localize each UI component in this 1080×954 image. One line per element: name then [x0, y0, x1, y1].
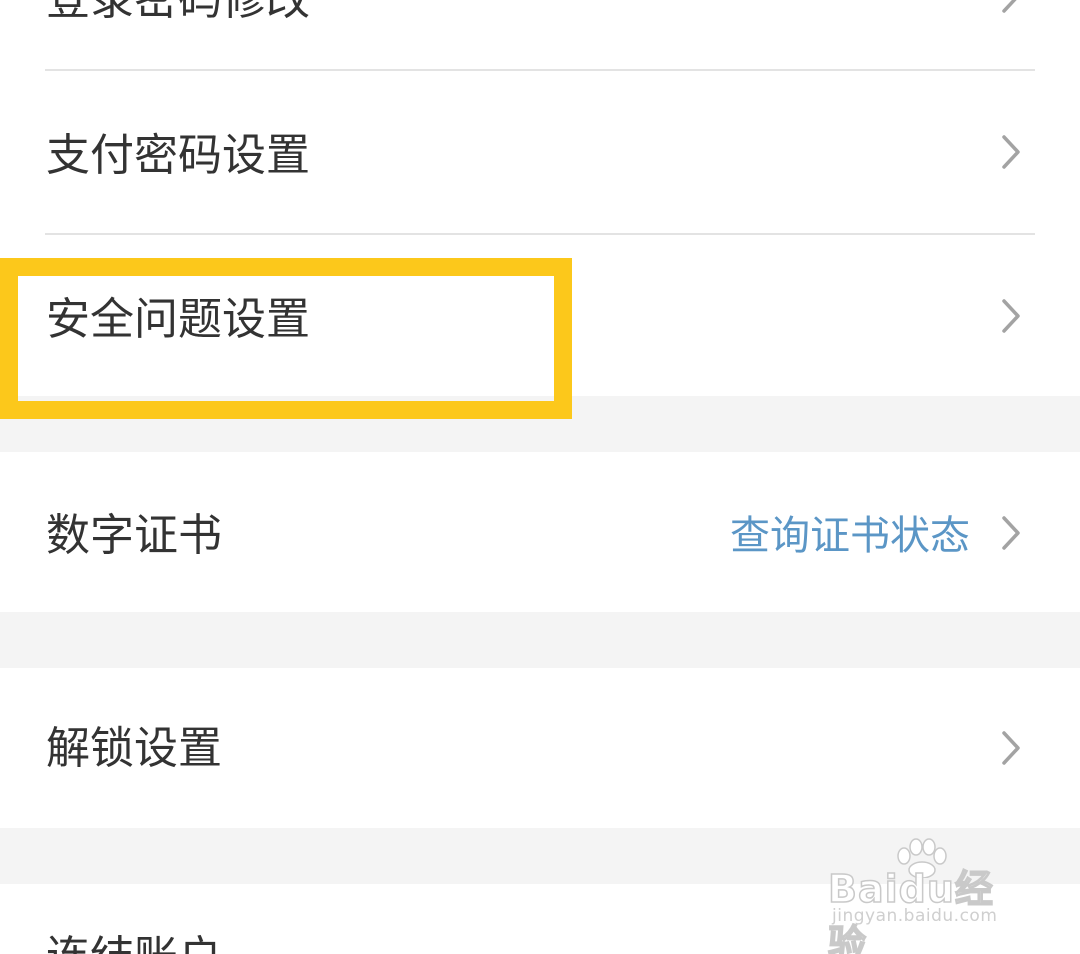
- settings-item-label: 支付密码设置: [46, 130, 310, 181]
- chevron-right-icon: [1000, 134, 1022, 170]
- certificate-status-link[interactable]: 查询证书状态: [730, 516, 970, 556]
- settings-item-label: 数字证书: [46, 510, 222, 561]
- chevron-right-icon: [1000, 298, 1022, 334]
- settings-item-unlock[interactable]: 解锁设置: [0, 668, 1080, 828]
- settings-item-login-password[interactable]: 登录密码修改: [0, 0, 1080, 70]
- chevron-right-icon: [1000, 730, 1022, 766]
- settings-item-payment-password[interactable]: 支付密码设置: [0, 71, 1080, 234]
- security-settings-screen: 登录密码修改 支付密码设置 安全问题设置 数字证书 查询证书状态: [0, 0, 1080, 954]
- settings-item-digital-certificate[interactable]: 数字证书 查询证书状态: [0, 452, 1080, 612]
- settings-item-label: 连结账户: [46, 936, 222, 954]
- certificate-group: 数字证书 查询证书状态: [0, 452, 1080, 612]
- settings-item-label: 安全问题设置: [46, 294, 310, 345]
- security-group: 登录密码修改 支付密码设置 安全问题设置: [0, 0, 1080, 396]
- settings-item-label: 解锁设置: [46, 723, 222, 774]
- settings-item-label: 登录密码修改: [46, 0, 310, 22]
- unlock-group: 解锁设置: [0, 668, 1080, 828]
- settings-item-security-question[interactable]: 安全问题设置: [0, 235, 1080, 396]
- chevron-right-icon: [1000, 515, 1022, 551]
- chevron-right-icon: [1000, 0, 1022, 14]
- watermark-url: jingyan.baidu.com: [832, 906, 998, 926]
- baidu-jingyan-watermark: Baidu经验 jingyan.baidu.com: [827, 838, 1028, 954]
